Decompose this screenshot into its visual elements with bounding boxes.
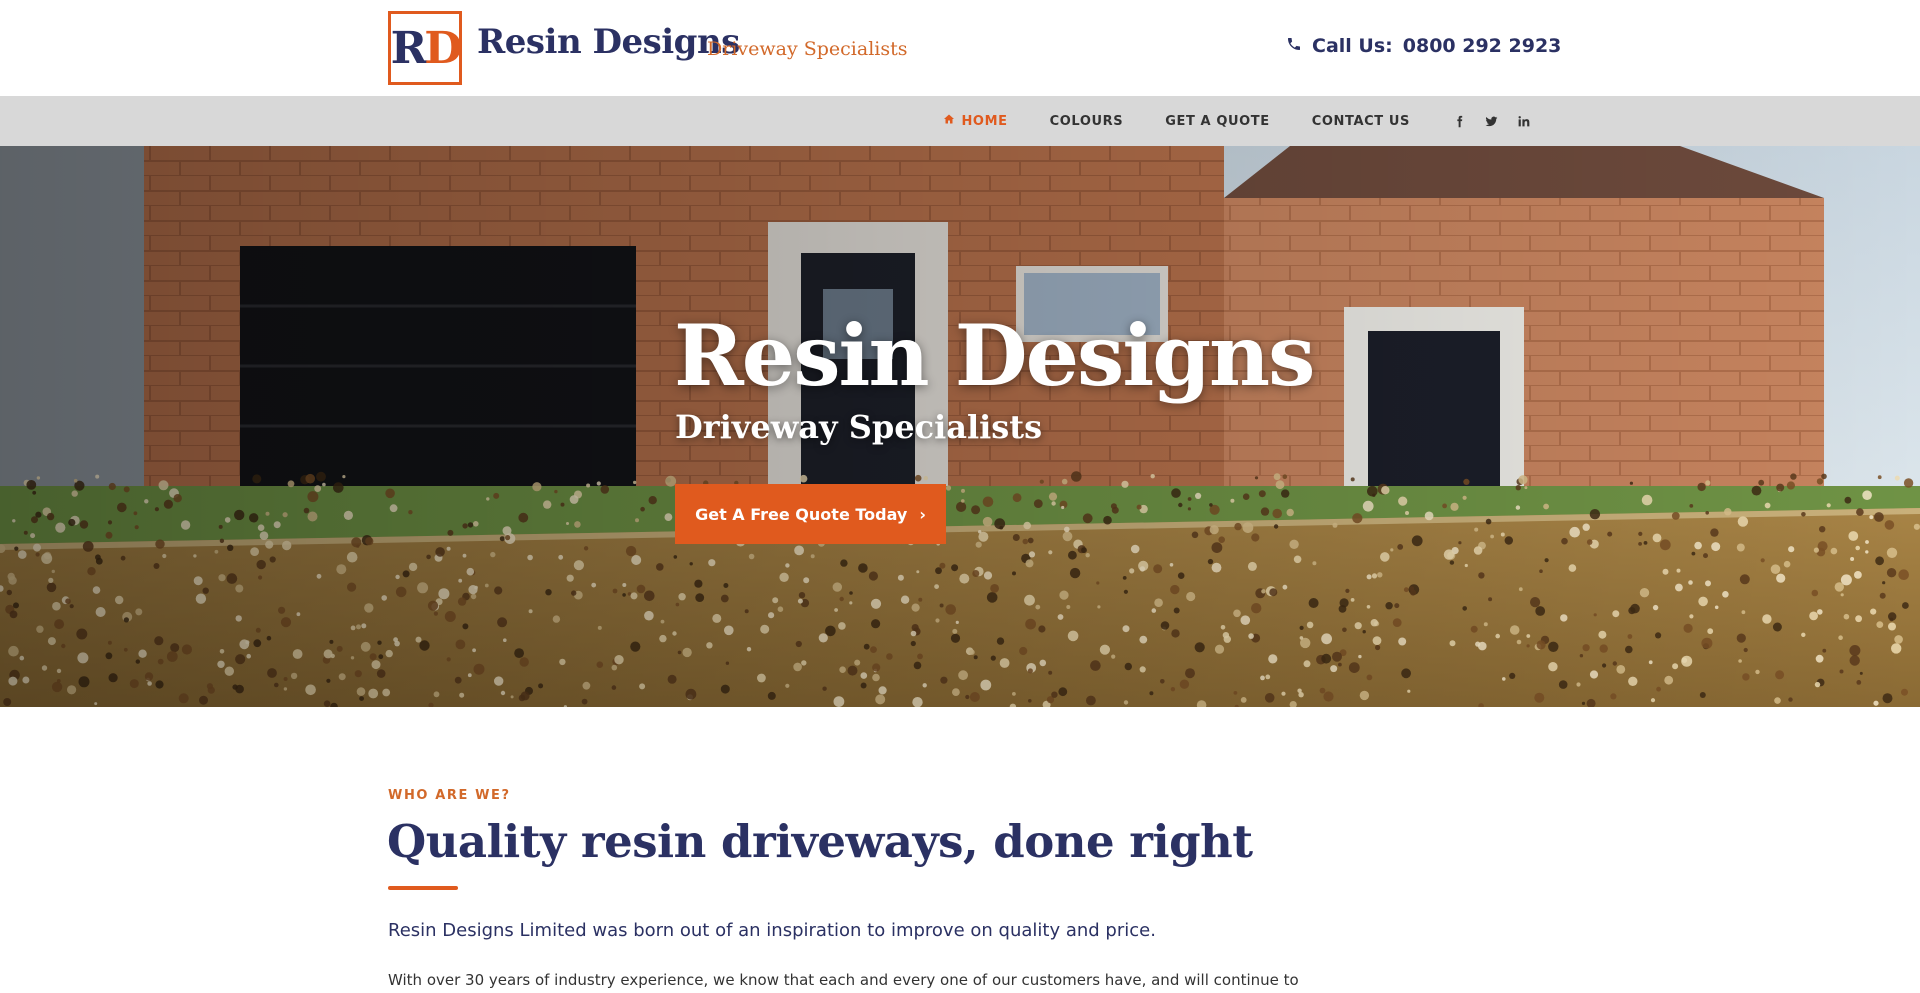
- title-underline: [388, 886, 458, 890]
- nav-item-contact-us[interactable]: CONTACT US: [1312, 114, 1410, 129]
- facebook-icon[interactable]: [1452, 114, 1466, 128]
- free-quote-button[interactable]: Get A Free Quote Today ›: [675, 484, 946, 544]
- brand-tagline: Driveway Specialists: [707, 38, 908, 60]
- linkedin-icon[interactable]: [1516, 114, 1530, 128]
- site-header: RD Resin Designs Driveway Specialists Ca…: [0, 0, 1920, 96]
- nav-item-label: HOME: [961, 113, 1008, 129]
- nav-menu: HOME COLOURS GET A QUOTE CONTACT US: [901, 96, 1530, 146]
- main-nav: HOME COLOURS GET A QUOTE CONTACT US: [0, 96, 1920, 146]
- brand-name[interactable]: Resin Designs: [477, 22, 740, 62]
- logo[interactable]: RD: [388, 11, 462, 85]
- nav-item-get-a-quote[interactable]: GET A QUOTE: [1165, 114, 1270, 129]
- call-label: Call Us:: [1312, 35, 1393, 57]
- logo-letter-d: D: [424, 22, 462, 74]
- home-icon: [943, 113, 955, 129]
- lead-paragraph: Resin Designs Limited was born out of an…: [388, 920, 1156, 941]
- phone-icon: [1286, 35, 1302, 57]
- chevron-right-icon: ›: [919, 504, 926, 524]
- body-paragraph: With over 30 years of industry experienc…: [388, 971, 1299, 989]
- nav-item-colours[interactable]: COLOURS: [1050, 114, 1124, 129]
- hero-title: Resin Designs: [674, 306, 1315, 405]
- section-eyebrow: WHO ARE WE?: [388, 788, 511, 803]
- social-links: [1452, 114, 1530, 128]
- nav-item-label: GET A QUOTE: [1165, 113, 1270, 129]
- free-quote-button-label: Get A Free Quote Today: [695, 504, 908, 524]
- logo-letter-r: R: [390, 22, 428, 74]
- nav-item-label: COLOURS: [1049, 113, 1124, 129]
- hero-banner: Resin Designs Driveway Specialists Get A…: [0, 146, 1920, 707]
- nav-item-home[interactable]: HOME: [943, 113, 1007, 129]
- twitter-icon[interactable]: [1484, 114, 1498, 128]
- nav-item-label: CONTACT US: [1311, 113, 1410, 129]
- hero-subtitle: Driveway Specialists: [675, 408, 1043, 446]
- phone-number[interactable]: 0800 292 2923: [1403, 35, 1562, 57]
- call-us[interactable]: Call Us: 0800 292 2923: [1286, 35, 1561, 57]
- section-title: Quality resin driveways, done right: [387, 815, 1253, 868]
